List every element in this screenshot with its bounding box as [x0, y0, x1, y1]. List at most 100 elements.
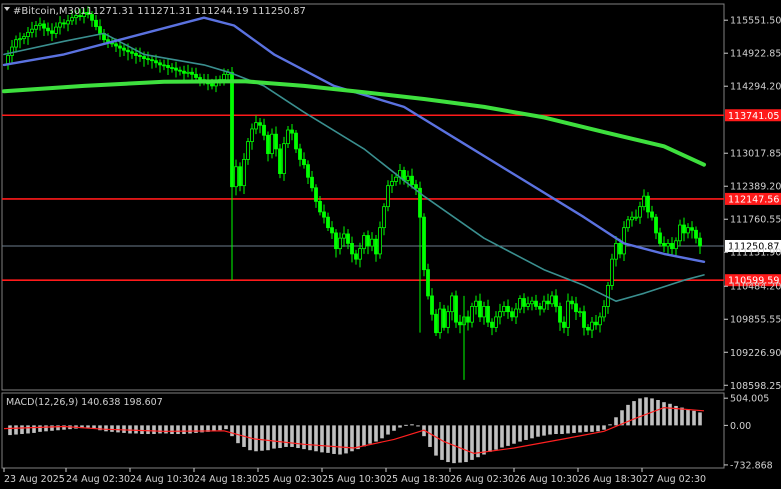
candle-bull — [482, 306, 486, 318]
trading-chart[interactable]: 113741.05112147.56110599.59111250.87 115… — [0, 0, 781, 489]
candle-bull — [566, 300, 570, 328]
time-tick-label: 25 Aug 18:30 — [386, 474, 450, 485]
candle-bear — [262, 124, 266, 136]
candle-bull — [70, 17, 74, 22]
candle-bear — [650, 211, 654, 218]
macd-histogram-bar — [170, 425, 174, 435]
macd-histogram-bar — [104, 425, 108, 432]
candle-bear — [130, 51, 134, 54]
price-tick-label: 111760.55 — [730, 215, 781, 226]
candle-bull — [610, 258, 614, 286]
candle-bull — [674, 240, 678, 250]
macd-histogram-bar — [8, 425, 12, 436]
candle-bear — [134, 52, 138, 56]
candle-bear — [682, 224, 686, 234]
macd-histogram-bar — [470, 425, 474, 460]
candle-bull — [362, 235, 366, 250]
macd-tick-label: -732.868 — [730, 460, 773, 471]
candle-bear — [558, 306, 562, 323]
candle-bear — [158, 62, 162, 66]
candle-bear — [334, 232, 338, 250]
candle-bull — [502, 306, 506, 313]
macd-histogram-bar — [632, 401, 636, 426]
macd-histogram-bar — [320, 425, 324, 453]
candle-bull — [686, 227, 690, 234]
macd-histogram-bar — [122, 425, 126, 433]
candle-bear — [162, 64, 166, 67]
price-tick-label: 111131.90 — [730, 248, 781, 259]
candle-bear — [366, 235, 370, 247]
candle-bull — [390, 181, 394, 187]
macd-histogram-bar — [410, 424, 414, 426]
macd-histogram-bar — [638, 398, 642, 426]
candle-bear — [190, 71, 194, 75]
macd-histogram-bar — [38, 425, 42, 432]
candle-bear — [238, 166, 242, 187]
macd-histogram-bar — [128, 425, 132, 434]
macd-histogram-bar — [374, 425, 378, 442]
candle-bull — [22, 36, 26, 40]
candle-bull — [474, 300, 478, 307]
macd-histogram-bar — [32, 425, 36, 433]
macd-histogram-bar — [380, 425, 384, 439]
candle-bear — [658, 232, 662, 244]
candle-bull — [634, 216, 638, 219]
time-tick-label: 26 Aug 18:30 — [578, 474, 642, 485]
candle-bull — [498, 311, 502, 318]
candle-bull — [614, 243, 618, 260]
macd-histogram-bar — [536, 425, 540, 437]
time-tick-label: 24 Aug 02:30 — [66, 474, 130, 485]
macd-histogram-bar — [140, 425, 144, 435]
candle-bear — [662, 243, 666, 247]
candle-bull — [386, 185, 390, 208]
time-tick-label: 25 Aug 10:30 — [322, 474, 386, 485]
candle-bear — [314, 187, 318, 202]
candle-bear — [274, 133, 278, 150]
candle-bear — [350, 243, 354, 255]
macd-histogram-bar — [560, 425, 564, 435]
candle-bull — [14, 39, 18, 48]
candle-bear — [166, 65, 170, 68]
macd-histogram-bar — [326, 425, 330, 453]
macd-histogram-bar — [668, 403, 672, 426]
candle-bear — [698, 237, 702, 247]
candle-bear — [694, 229, 698, 239]
candle-bull — [438, 308, 442, 334]
candle-bear — [646, 195, 650, 213]
candle-bear — [322, 211, 326, 218]
symbol-label: #Bitcoin,M30 — [13, 6, 80, 17]
macd-histogram-bar — [26, 425, 30, 434]
macd-histogram-bar — [386, 425, 390, 435]
candle-bear — [490, 321, 494, 328]
candle-bull — [598, 316, 602, 326]
macd-histogram-bar — [314, 425, 318, 452]
macd-histogram-bar — [542, 425, 546, 436]
time-tick-label: 26 Aug 02:30 — [450, 474, 514, 485]
macd-histogram-bar — [134, 425, 138, 434]
macd-histogram-bar — [152, 425, 156, 435]
candle-bear — [42, 23, 46, 29]
macd-histogram-bar — [512, 425, 516, 444]
macd-histogram-bar — [176, 425, 180, 435]
candle-bull — [286, 129, 290, 145]
macd-histogram-bar — [500, 425, 504, 448]
macd-histogram-bar — [572, 425, 576, 433]
candle-bear — [522, 298, 526, 307]
macd-histogram-bar — [50, 425, 54, 431]
candle-bear — [538, 306, 542, 310]
macd-histogram-bar — [230, 425, 234, 437]
candle-bull — [6, 55, 10, 65]
candle-bull — [638, 206, 642, 218]
macd-histogram-bar — [266, 425, 270, 451]
macd-histogram-bar — [692, 410, 696, 426]
macd-histogram-bar — [308, 425, 312, 451]
price-tick-label: 114294.20 — [730, 82, 781, 93]
candle-bull — [378, 227, 382, 255]
candle-bear — [290, 129, 294, 134]
candle-bear — [594, 321, 598, 326]
macd-histogram-bar — [530, 425, 534, 439]
macd-histogram-bar — [272, 425, 276, 449]
candle-bear — [466, 316, 470, 323]
candle-bull — [666, 243, 670, 247]
candle-bull — [270, 133, 274, 155]
